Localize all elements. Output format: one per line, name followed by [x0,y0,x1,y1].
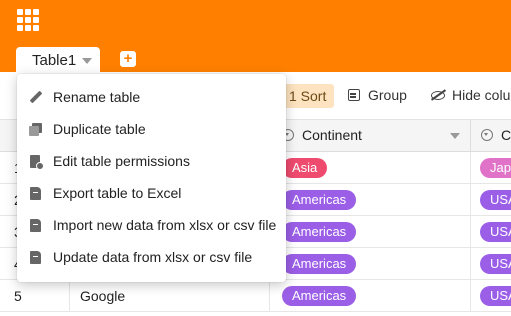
country-tag: USA [480,222,511,242]
table-row[interactable]: 5 Google Americas USA [0,280,511,312]
group-button[interactable]: Group [348,87,407,103]
column-label: C [501,127,511,143]
single-select-icon [481,129,493,141]
menu-item-label: Edit table permissions [53,153,190,169]
continent-tag: Americas [282,222,357,242]
hide-columns-button[interactable]: Hide colu [431,87,510,103]
group-label: Group [368,87,407,103]
continent-cell[interactable]: Asia [270,152,471,184]
name-cell[interactable]: Google [70,280,270,312]
column-label: Continent [302,127,362,143]
file-add-icon [29,250,42,264]
menu-item-edit-permissions[interactable]: Edit table permissions [17,145,286,177]
country-cell[interactable]: USA [471,216,511,248]
menu-item-duplicate-table[interactable]: Duplicate table [17,113,286,145]
menu-item-update-data[interactable]: Update data from xlsx or csv file [17,241,286,273]
country-tag: USA [480,190,511,210]
chevron-down-icon[interactable] [450,133,460,139]
eye-off-icon [431,90,445,100]
continent-cell[interactable]: Americas [270,280,471,312]
apps-grid-icon[interactable] [17,9,39,31]
country-cell[interactable]: USA [471,280,511,312]
file-add-icon [29,218,42,232]
continent-cell[interactable]: Americas [270,184,471,216]
country-cell[interactable]: USA [471,248,511,280]
copy-icon [29,122,42,136]
menu-item-label: Duplicate table [53,121,146,137]
menu-item-export-excel[interactable]: Export table to Excel [17,177,286,209]
chevron-down-icon[interactable] [82,58,93,64]
continent-tag: Americas [282,286,357,306]
continent-tag: Americas [282,190,357,210]
continent-cell[interactable]: Americas [270,248,471,280]
continent-tag: Americas [282,254,357,274]
menu-item-label: Import new data from xlsx or csv file [53,217,277,233]
hide-columns-label: Hide colu [452,87,511,103]
country-cell[interactable]: Japa [471,152,511,184]
sort-button[interactable]: 1 Sort [280,84,335,108]
continent-cell[interactable]: Americas [270,216,471,248]
country-tag: USA [480,254,511,274]
country-cell[interactable]: USA [471,184,511,216]
menu-item-label: Rename table [53,89,141,105]
file-icon [29,186,42,200]
pencil-icon [29,91,42,104]
row-number: 5 [0,280,70,312]
add-table-button[interactable]: + [120,51,136,67]
column-header-continent[interactable]: Continent [270,120,471,152]
country-tag: USA [480,286,511,306]
column-header-country[interactable]: C [471,120,511,152]
table-context-menu: Rename table Duplicate table Edit table … [17,74,286,282]
lock-file-icon [29,154,44,170]
menu-item-import-data[interactable]: Import new data from xlsx or csv file [17,209,286,241]
country-tag: Japa [480,158,511,178]
continent-tag: Asia [282,158,328,178]
tab-label: Table1 [32,51,77,69]
app-header: Table1 + [0,0,511,73]
menu-item-label: Update data from xlsx or csv file [53,249,253,265]
menu-item-label: Export table to Excel [53,185,182,201]
menu-item-rename-table[interactable]: Rename table [17,81,286,113]
tab-table1[interactable]: Table1 [16,47,100,73]
group-icon [348,89,360,101]
